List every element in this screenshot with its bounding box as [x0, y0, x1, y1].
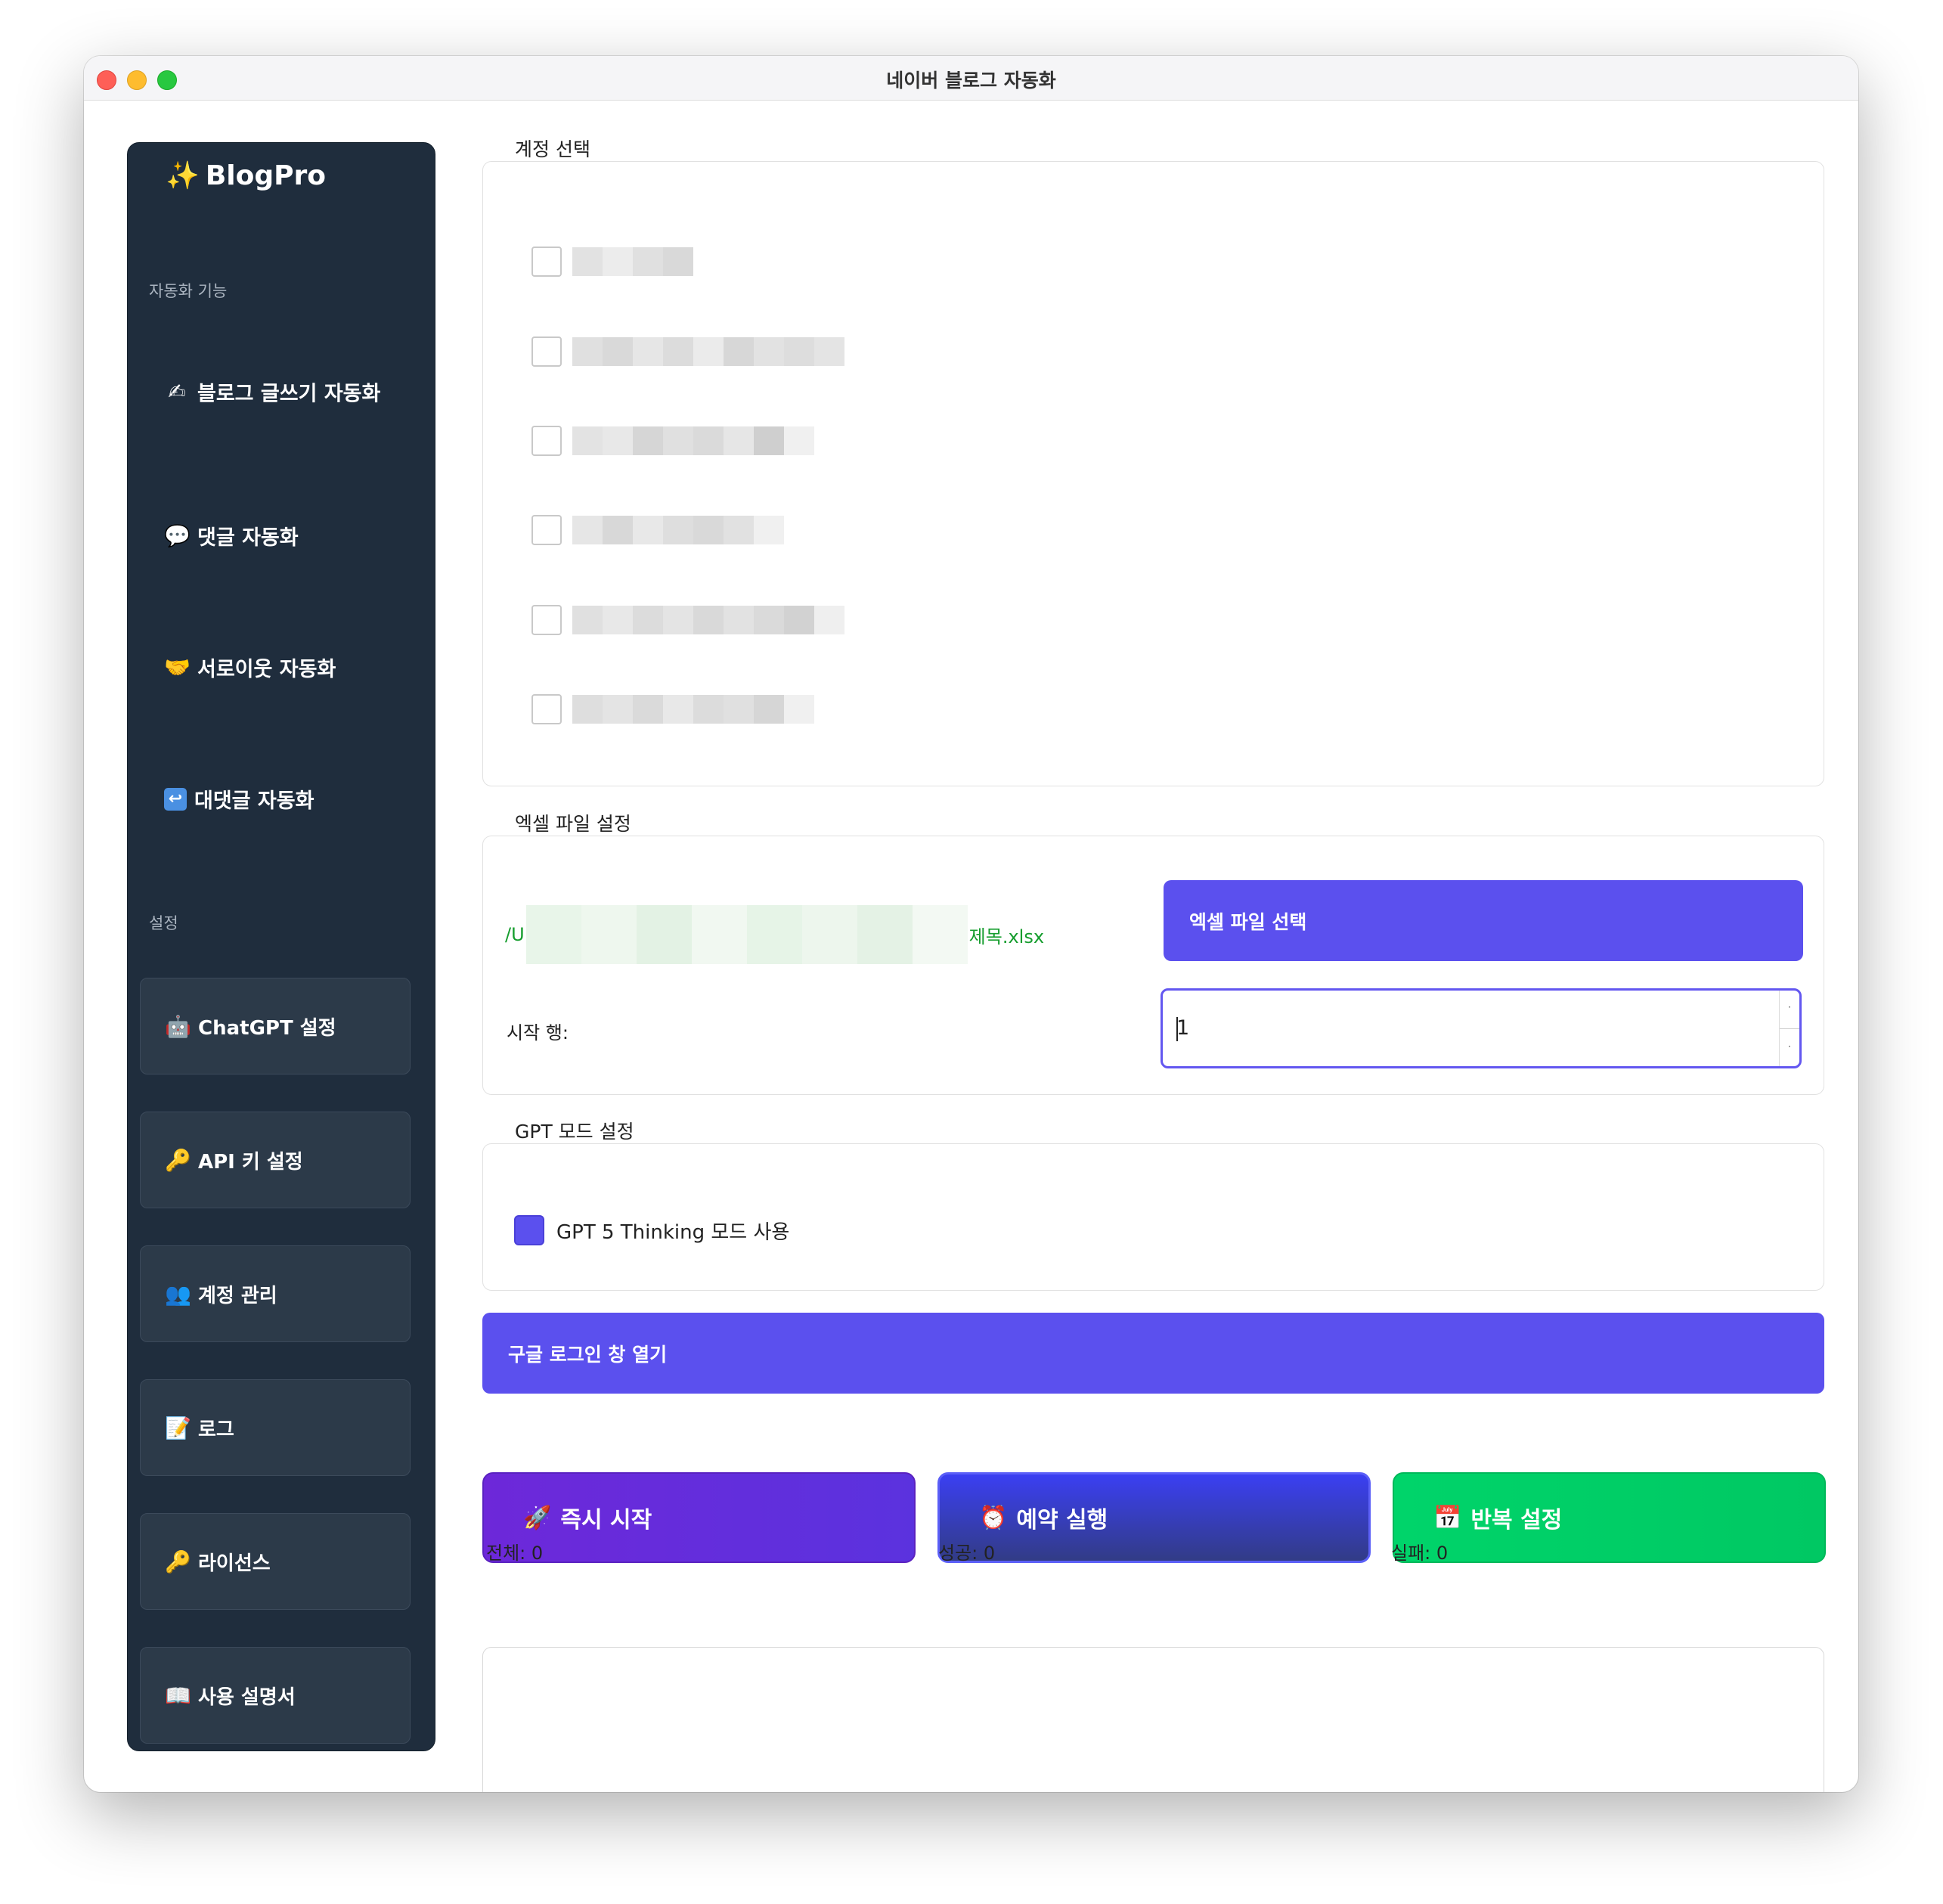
account-checkbox[interactable] [531, 605, 562, 635]
alarm-clock-icon: ⏰ [979, 1504, 1008, 1531]
nav-label: 댓글 자동화 [197, 526, 299, 550]
account-checkbox[interactable] [531, 247, 562, 277]
path-suffix: 제목.xlsx [968, 926, 1045, 947]
speech-bubble-icon: 💬 [164, 523, 191, 548]
open-book-icon: 📖 [165, 1682, 191, 1708]
api-key-settings-button[interactable]: 🔑 API 키 설정 [140, 1112, 411, 1208]
gpt-thinking-label: GPT 5 Thinking 모드 사용 [556, 1220, 790, 1244]
gpt-group-label: GPT 모드 설정 [515, 1121, 634, 1143]
path-redacted [525, 905, 968, 964]
account-row[interactable] [531, 336, 844, 367]
increment-arrow-icon[interactable]: · [1788, 1003, 1791, 1012]
stat-success: 성공: 0 [938, 1543, 996, 1564]
robot-icon: 🤖 [165, 1013, 191, 1039]
excel-file-select-button[interactable]: 엑셀 파일 선택 [1164, 880, 1803, 961]
excel-file-path: /U 제목.xlsx [505, 905, 1044, 964]
gpt-group: GPT 5 Thinking 모드 사용 [482, 1143, 1824, 1291]
nav-label: 대댓글 자동화 [194, 789, 315, 813]
checkbox-checked-icon[interactable] [514, 1215, 544, 1245]
app-window: 네이버 블로그 자동화 ✨ BlogPro 자동화 기능 ✍ 블로그 글쓰기 자동… [84, 56, 1858, 1792]
account-row[interactable] [531, 605, 844, 635]
decrement-arrow-icon[interactable]: · [1788, 1042, 1791, 1051]
account-checkbox[interactable] [531, 426, 562, 456]
button-label: 예약 실행 [1016, 1507, 1108, 1533]
section-label-settings: 설정 [149, 914, 178, 932]
user-manual-button[interactable]: 📖 사용 설명서 [140, 1647, 411, 1744]
chatgpt-settings-button[interactable]: 🤖 ChatGPT 설정 [140, 978, 411, 1074]
license-button[interactable]: 🔑 라이선스 [140, 1513, 411, 1610]
account-name-redacted [572, 337, 844, 366]
account-group [482, 161, 1824, 786]
start-row-value: 1 [1176, 1016, 1190, 1040]
memo-icon: 📝 [165, 1415, 191, 1440]
key-icon: 🔑 [165, 1147, 191, 1173]
nav-comment[interactable]: 💬 댓글 자동화 [164, 521, 299, 550]
button-label: 로그 [198, 1418, 234, 1441]
account-name-redacted [572, 516, 784, 544]
sparkles-icon: ✨ [166, 160, 200, 191]
calendar-icon: 📅 [1433, 1504, 1462, 1531]
spinbox-arrows[interactable]: · · [1779, 991, 1799, 1066]
account-name-redacted [572, 695, 814, 724]
account-row[interactable] [531, 515, 784, 545]
log-button[interactable]: 📝 로그 [140, 1379, 411, 1476]
nav-reply[interactable]: ↩ 대댓글 자동화 [164, 784, 314, 814]
button-label: 즉시 시작 [560, 1507, 652, 1533]
sidebar: ✨ BlogPro 자동화 기능 ✍ 블로그 글쓰기 자동화 💬 댓글 자동화 🤝… [127, 142, 435, 1751]
account-checkbox[interactable] [531, 694, 562, 724]
account-group-label: 계정 선택 [515, 138, 590, 160]
start-row-spinbox[interactable]: 1 · · [1161, 988, 1802, 1068]
account-checkbox[interactable] [531, 515, 562, 545]
title-bar: 네이버 블로그 자동화 [84, 56, 1858, 101]
schedule-run-button[interactable]: ⏰ 예약 실행 [937, 1472, 1371, 1563]
repeat-settings-button[interactable]: 📅 반복 설정 [1393, 1472, 1826, 1563]
handshake-icon: 🤝 [164, 655, 191, 680]
reply-arrow-icon: ↩ [164, 787, 187, 811]
nav-blog-writing[interactable]: ✍ 블로그 글쓰기 자동화 [164, 377, 380, 407]
account-name-redacted [572, 426, 814, 455]
account-management-button[interactable]: 👥 계정 관리 [140, 1245, 411, 1342]
log-output-area[interactable] [482, 1647, 1824, 1792]
nav-label: 블로그 글쓰기 자동화 [197, 382, 381, 406]
start-row-label: 시작 행: [507, 1022, 569, 1043]
button-label: 사용 설명서 [198, 1685, 296, 1709]
section-label-automation: 자동화 기능 [149, 282, 228, 300]
stat-total: 전체: 0 [486, 1543, 544, 1564]
brand-name: BlogPro [205, 160, 326, 191]
account-row[interactable] [531, 247, 693, 277]
account-name-redacted [572, 247, 693, 276]
account-row[interactable] [531, 426, 814, 456]
account-checkbox[interactable] [531, 336, 562, 367]
nav-neighbor[interactable]: 🤝 서로이웃 자동화 [164, 653, 336, 682]
rocket-icon: 🚀 [523, 1504, 552, 1531]
nav-label: 서로이웃 자동화 [197, 658, 336, 681]
start-now-button[interactable]: 🚀 즉시 시작 [482, 1472, 916, 1563]
writing-hand-icon: ✍ [168, 379, 186, 405]
button-label: ChatGPT 설정 [198, 1016, 336, 1040]
button-label: 계정 관리 [198, 1284, 277, 1307]
google-login-button[interactable]: 구글 로그인 창 열기 [482, 1313, 1824, 1394]
account-row[interactable] [531, 694, 814, 724]
stat-fail: 실패: 0 [1391, 1543, 1449, 1564]
window-title: 네이버 블로그 자동화 [886, 70, 1056, 91]
key-icon: 🔑 [165, 1549, 191, 1574]
path-prefix: /U [505, 924, 525, 945]
excel-group: /U 제목.xlsx 엑셀 파일 선택 시작 행: 1 · · [482, 836, 1824, 1095]
excel-group-label: 엑셀 파일 설정 [515, 813, 631, 835]
users-icon: 👥 [165, 1281, 191, 1307]
button-label: 라이선스 [198, 1552, 271, 1575]
button-label: 반복 설정 [1470, 1507, 1563, 1533]
gpt-thinking-checkbox[interactable]: GPT 5 Thinking 모드 사용 [514, 1215, 789, 1245]
brand-logo: ✨ BlogPro [166, 160, 326, 191]
account-name-redacted [572, 606, 844, 634]
button-label: API 키 설정 [198, 1150, 303, 1174]
